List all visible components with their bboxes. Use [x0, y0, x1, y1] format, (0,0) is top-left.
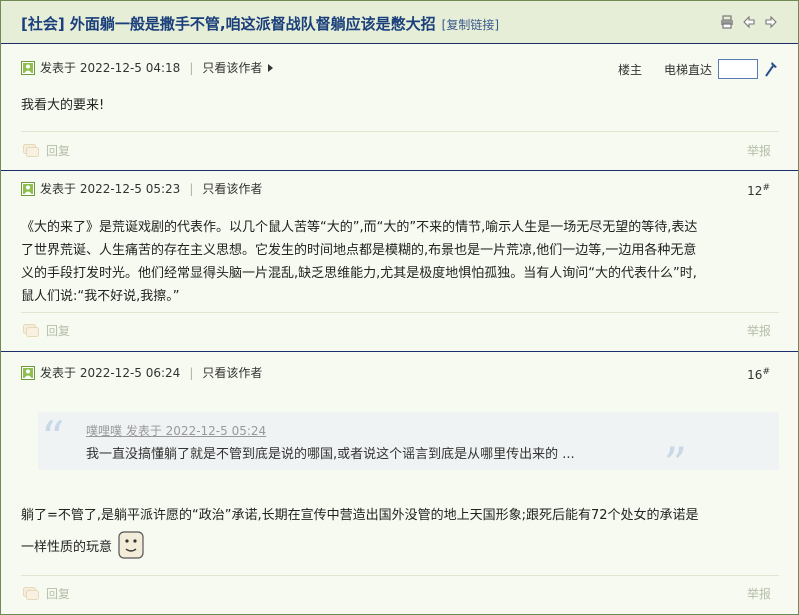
thread-frame: [社会] 外面躺一般是撒手不管,咱这派督战队督躺应该是憋大招 [复制链接] 发表于…: [0, 0, 799, 615]
report-link[interactable]: 举报: [747, 322, 771, 339]
next-thread-icon[interactable]: [764, 15, 778, 29]
meta-divider: |: [189, 60, 194, 75]
post-separator: [1, 351, 798, 352]
quote-block: “ ” 噗哩噗 发表于 2022-12-5 05:24 我一直没搞懂躺了就是不管…: [38, 411, 779, 491]
user-icon: [21, 60, 35, 75]
thread-title-text: [社会] 外面躺一般是撒手不管,咱这派督战队督躺应该是憋大招: [21, 15, 436, 33]
post-meta: 发表于 2022-12-5 05:23 | 只看该作者: [21, 180, 262, 197]
reply-button[interactable]: 回复: [23, 322, 70, 339]
post-time: 发表于 2022-12-5 06:24: [40, 366, 181, 380]
only-author-link[interactable]: 只看该作者: [202, 364, 262, 381]
floor-value: 12: [747, 184, 763, 198]
only-author-link[interactable]: 只看该作者: [202, 180, 262, 197]
quote-time: 发表于 2022-12-5 05:24: [125, 424, 267, 438]
expand-arrow-icon[interactable]: [268, 63, 274, 72]
quote-text: 我一直没搞懂躺了就是不管到底是说的哪国,或者说这个谣言到底是从哪里传出来的 ..…: [86, 447, 575, 462]
post-time: 发表于 2022-12-5 05:23: [40, 182, 181, 196]
reply-label: 回复: [46, 324, 71, 338]
user-icon: [21, 181, 35, 196]
post-separator: [1, 170, 798, 171]
content-line: 一样性质的玩意: [21, 540, 113, 555]
content-line: 《大的来了》是荒诞戏剧的代表作。以几个鼠人苦等“大的”,而“大的”不来的情节,喻…: [21, 220, 698, 235]
reply-button[interactable]: 回复: [23, 142, 70, 159]
floor-mark: #: [762, 183, 770, 193]
reply-button[interactable]: 回复: [23, 585, 70, 602]
reply-label: 回复: [46, 587, 71, 601]
report-link[interactable]: 举报: [747, 585, 771, 602]
post-divider: [21, 575, 779, 576]
quote-author: 噗哩噗: [86, 424, 123, 438]
elevator-label: 电梯直达: [663, 62, 712, 77]
meta-divider: |: [189, 181, 194, 196]
prev-thread-icon[interactable]: [742, 15, 756, 29]
close-quote-icon: ”: [663, 437, 687, 491]
floor-number[interactable]: 16#: [747, 367, 770, 382]
reply-icon: [23, 323, 39, 337]
post-divider: [21, 131, 779, 132]
post-meta: 发表于 2022-12-5 06:24 | 只看该作者: [21, 364, 262, 381]
post-content: 我看大的要来!: [21, 98, 105, 113]
post-content: 《大的来了》是荒诞戏剧的代表作。以几个鼠人苦等“大的”,而“大的”不来的情节,喻…: [21, 216, 779, 308]
go-icon[interactable]: [764, 61, 778, 77]
copy-link[interactable]: [复制链接]: [442, 18, 499, 32]
smiley-icon: [118, 531, 144, 559]
content-line-wrap: 一样性质的玩意: [21, 531, 779, 559]
only-author-link[interactable]: 只看该作者: [202, 59, 262, 76]
meta-divider: |: [189, 365, 194, 380]
post-meta: 发表于 2022-12-5 04:18 | 只看该作者: [21, 59, 274, 76]
floor-number[interactable]: 12#: [747, 183, 770, 198]
content-line: 义的手段打发时光。他们经常显得头脑一片混乱,缺乏思维能力,尤其是极度地惧怕孤独。…: [21, 266, 697, 281]
post-content: 躺了=不管了,是躺平派许愿的“政治”承诺,长期在宣传中营造出国外没管的地上天国形…: [21, 504, 779, 559]
open-quote-icon: “: [41, 411, 65, 465]
content-line: 了世界荒诞、人生痛苦的存在主义思想。它发生的时间地点都是模糊的,布景也是一片荒凉…: [21, 243, 697, 258]
post-divider: [21, 312, 779, 313]
thread-tools: [720, 15, 778, 29]
quote-header[interactable]: 噗哩噗 发表于 2022-12-5 05:24: [86, 422, 266, 439]
reply-icon: [23, 143, 39, 157]
reply-icon: [23, 586, 39, 600]
floor-value: 16: [747, 368, 763, 382]
report-link[interactable]: 举报: [747, 142, 771, 159]
louzhu-link[interactable]: 楼主: [618, 61, 642, 78]
post-time: 发表于 2022-12-5 04:18: [40, 61, 181, 75]
content-line: 鼠人们说:“我不好说,我擦。”: [21, 289, 180, 304]
thread-header: [社会] 外面躺一般是撒手不管,咱这派督战队督躺应该是憋大招 [复制链接]: [1, 1, 798, 44]
floor-tools: 楼主 电梯直达: [618, 59, 778, 79]
floor-mark: #: [762, 367, 770, 377]
thread-title: [社会] 外面躺一般是撒手不管,咱这派督战队督躺应该是憋大招 [复制链接]: [21, 13, 499, 34]
reply-label: 回复: [46, 144, 71, 158]
content-line: 躺了=不管了,是躺平派许愿的“政治”承诺,长期在宣传中营造出国外没管的地上天国形…: [21, 508, 699, 523]
print-icon[interactable]: [720, 15, 734, 29]
elevator-input[interactable]: [718, 59, 758, 79]
user-icon: [21, 365, 35, 380]
